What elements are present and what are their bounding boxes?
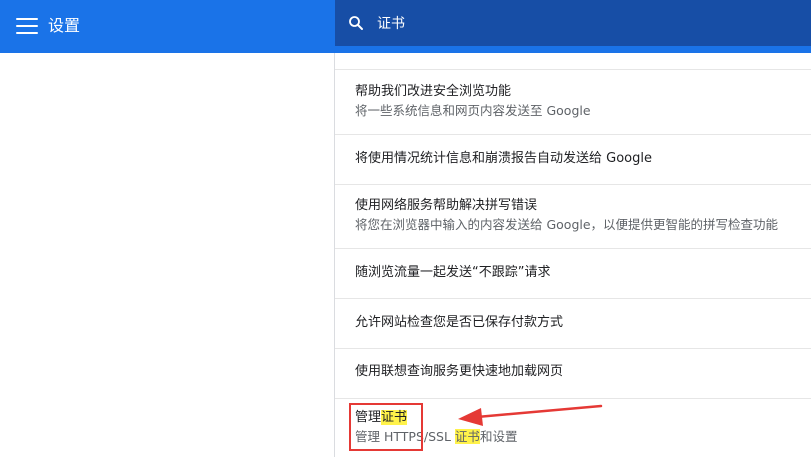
- page-title: 设置: [48, 16, 81, 35]
- setting-prediction-service[interactable]: 使用联想查询服务更快速地加载网页: [335, 348, 811, 398]
- search-icon: [349, 16, 363, 30]
- setting-usage-stats[interactable]: 将使用情况统计信息和崩溃报告自动发送给 Google: [335, 134, 811, 184]
- setting-label: 将使用情况统计信息和崩溃报告自动发送给 Google: [355, 151, 652, 166]
- search-highlight: 证书: [381, 410, 408, 425]
- top-bar: 设置: [0, 0, 811, 53]
- menu-icon[interactable]: [16, 16, 38, 36]
- setting-payment-methods[interactable]: 允许网站检查您是否已保存付款方式: [335, 298, 811, 348]
- search-highlight: 证书: [454, 429, 480, 444]
- setting-label: 帮助我们改进安全浏览功能: [355, 84, 512, 99]
- setting-label: 使用联想查询服务更快速地加载网页: [355, 364, 564, 379]
- search-input[interactable]: [377, 12, 777, 34]
- search-box[interactable]: [335, 0, 811, 46]
- setting-safe-browsing[interactable]: 帮助我们改进安全浏览功能 将一些系统信息和网页内容发送至 Google: [335, 69, 811, 126]
- setting-spell-check[interactable]: 使用网络服务帮助解决拼写错误 将您在浏览器中输入的内容发送给 Google，以便…: [335, 184, 811, 248]
- setting-label: 使用网络服务帮助解决拼写错误: [355, 198, 538, 213]
- settings-list: 帮助我们改进安全浏览功能 将一些系统信息和网页内容发送至 Google 将使用情…: [335, 53, 811, 457]
- label-text: 管理: [355, 410, 382, 425]
- setting-description: 将您在浏览器中输入的内容发送给 Google，以便提供更智能的拼写检查功能: [355, 217, 779, 232]
- setting-do-not-track[interactable]: 随浏览流量一起发送“不跟踪”请求: [335, 248, 811, 298]
- description-text: 管理 HTTPS/SSL: [355, 429, 455, 444]
- annotation-arrow: [458, 404, 603, 426]
- setting-label: 随浏览流量一起发送“不跟踪”请求: [355, 265, 551, 280]
- setting-label: 允许网站检查您是否已保存付款方式: [355, 315, 564, 330]
- description-text: 和设置: [479, 429, 518, 444]
- setting-description: 将一些系统信息和网页内容发送至 Google: [355, 103, 591, 118]
- setting-description: 管理 HTTPS/SSL 证书和设置: [355, 429, 811, 445]
